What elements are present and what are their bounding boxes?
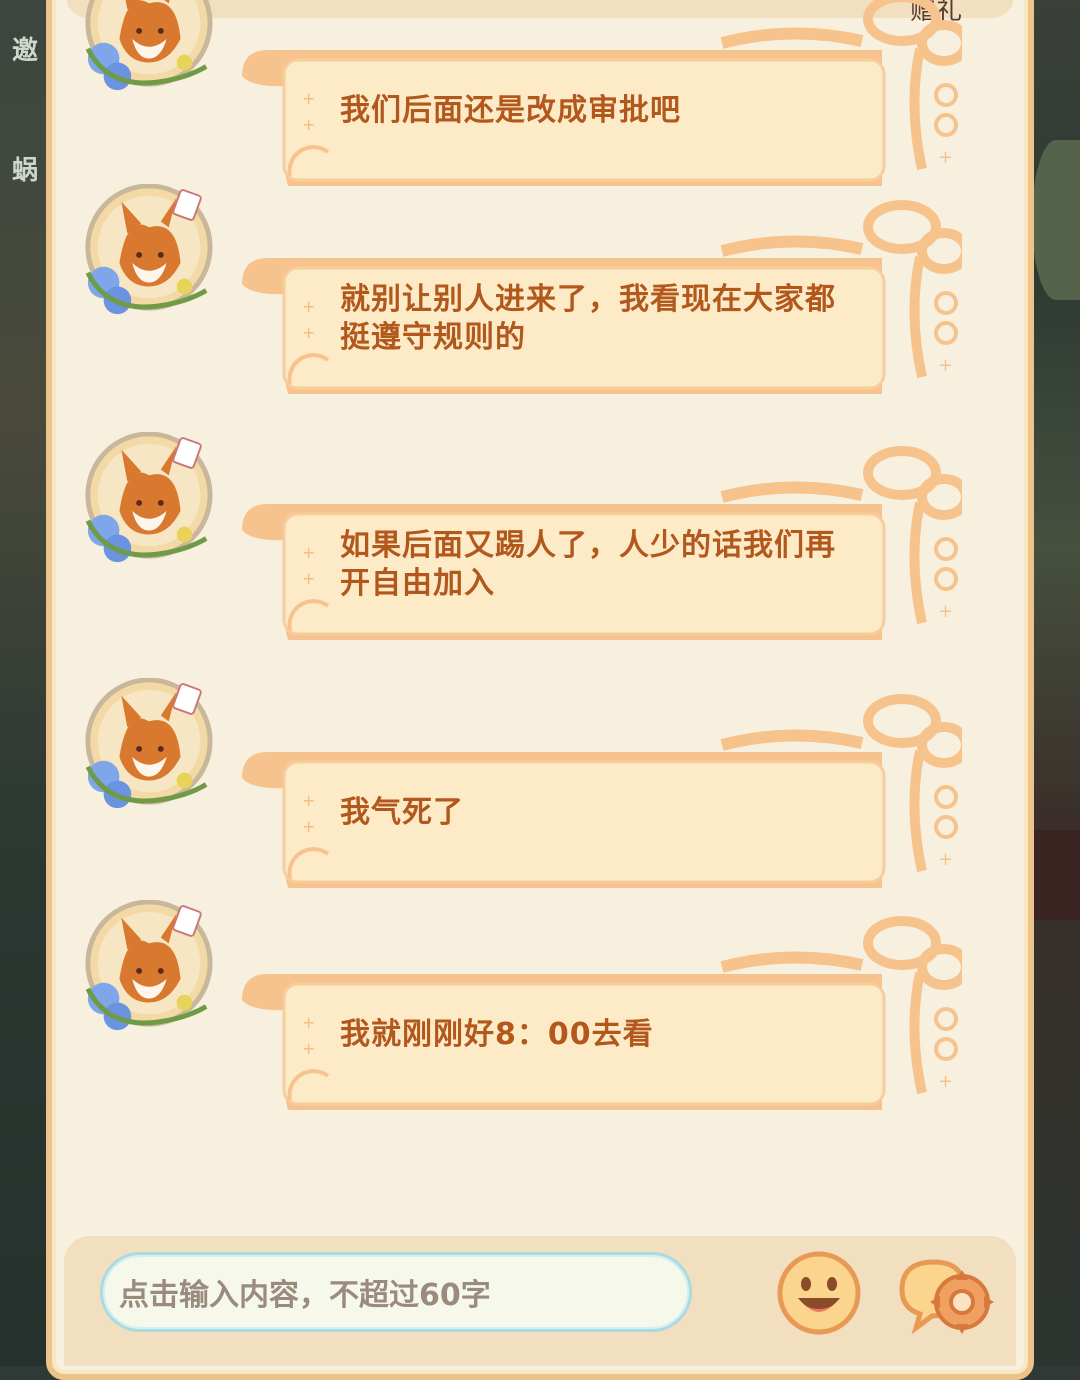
message-text: 我气死了 xyxy=(340,795,464,830)
message-text: 就别让别人进来了，我看现在大家都挺遵守规则的 xyxy=(340,282,836,355)
svg-text:+: + xyxy=(302,1013,315,1032)
chat-settings-gear-icon[interactable] xyxy=(896,1254,1000,1338)
svg-text:+: + xyxy=(302,297,315,316)
message-text: 我就刚刚好8：00去看 xyxy=(340,1017,654,1052)
fox-avatar[interactable] xyxy=(78,0,216,98)
svg-text:+: + xyxy=(302,543,315,562)
message-text: 我们后面还是改成审批吧 xyxy=(340,93,681,128)
svg-text:+: + xyxy=(302,817,315,836)
fox-avatar[interactable] xyxy=(78,432,216,570)
chat-message: + + + 我就刚刚好8：00去看 xyxy=(70,900,962,1110)
background-block xyxy=(1034,830,1080,920)
svg-text:+: + xyxy=(302,569,315,588)
chat-message: + + + 我气死了 xyxy=(70,678,962,888)
svg-text:+: + xyxy=(302,1039,315,1058)
smiley-face-icon[interactable] xyxy=(776,1250,862,1336)
svg-text:+: + xyxy=(938,1071,953,1092)
message-text: 如果后面又踢人了，人少的话我们再开自由加入 xyxy=(340,528,836,601)
chat-message: + + + 我们后面还是改成审批吧 xyxy=(70,0,962,186)
chat-message: + + + 就别让别人进来了，我看现在大家都挺遵守规则的 xyxy=(70,184,962,394)
chat-message: + + + 如果后面又踢人了，人少的话我们再开自由加入 xyxy=(70,432,962,640)
svg-text:+: + xyxy=(302,791,315,810)
leaf-decoration xyxy=(1032,140,1080,300)
svg-text:+: + xyxy=(938,601,953,622)
svg-text:+: + xyxy=(302,89,315,108)
message-input[interactable]: 点击输入内容，不超过60字 xyxy=(100,1252,692,1332)
svg-text:+: + xyxy=(938,849,953,870)
background-label: 邀 xyxy=(12,36,39,66)
fox-avatar[interactable] xyxy=(78,678,216,816)
fox-avatar[interactable] xyxy=(78,900,216,1038)
svg-text:+: + xyxy=(938,147,953,168)
svg-text:+: + xyxy=(302,115,315,134)
svg-text:+: + xyxy=(302,323,315,342)
fox-avatar[interactable] xyxy=(78,184,216,322)
svg-text:+: + xyxy=(938,355,953,376)
background-label: 蜗 xyxy=(12,156,39,186)
